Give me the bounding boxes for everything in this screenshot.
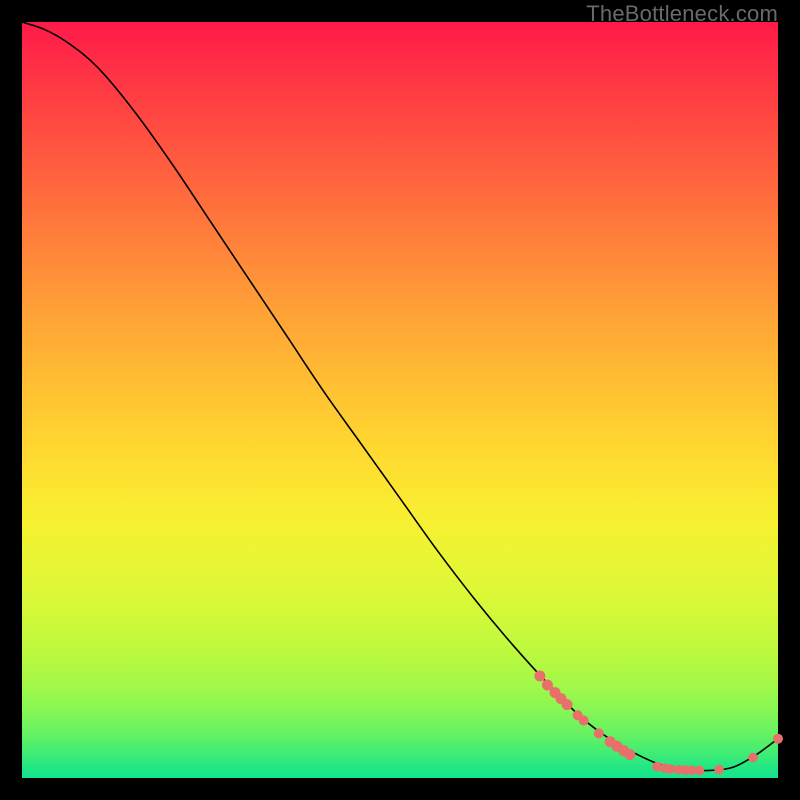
highlight-dot bbox=[579, 716, 589, 726]
highlight-dot bbox=[562, 699, 573, 710]
highlight-dot bbox=[695, 766, 705, 776]
highlight-dot bbox=[773, 734, 783, 744]
highlight-dot bbox=[748, 753, 758, 763]
chart-stage: TheBottleneck.com bbox=[0, 0, 800, 800]
chart-overlay bbox=[22, 22, 778, 778]
highlight-dot bbox=[534, 670, 545, 681]
highlight-dot bbox=[594, 728, 604, 738]
highlight-dot bbox=[624, 749, 635, 760]
bottleneck-curve bbox=[22, 22, 778, 771]
highlight-dots bbox=[534, 670, 783, 775]
highlight-dot bbox=[666, 764, 676, 774]
highlight-dot bbox=[714, 765, 724, 775]
